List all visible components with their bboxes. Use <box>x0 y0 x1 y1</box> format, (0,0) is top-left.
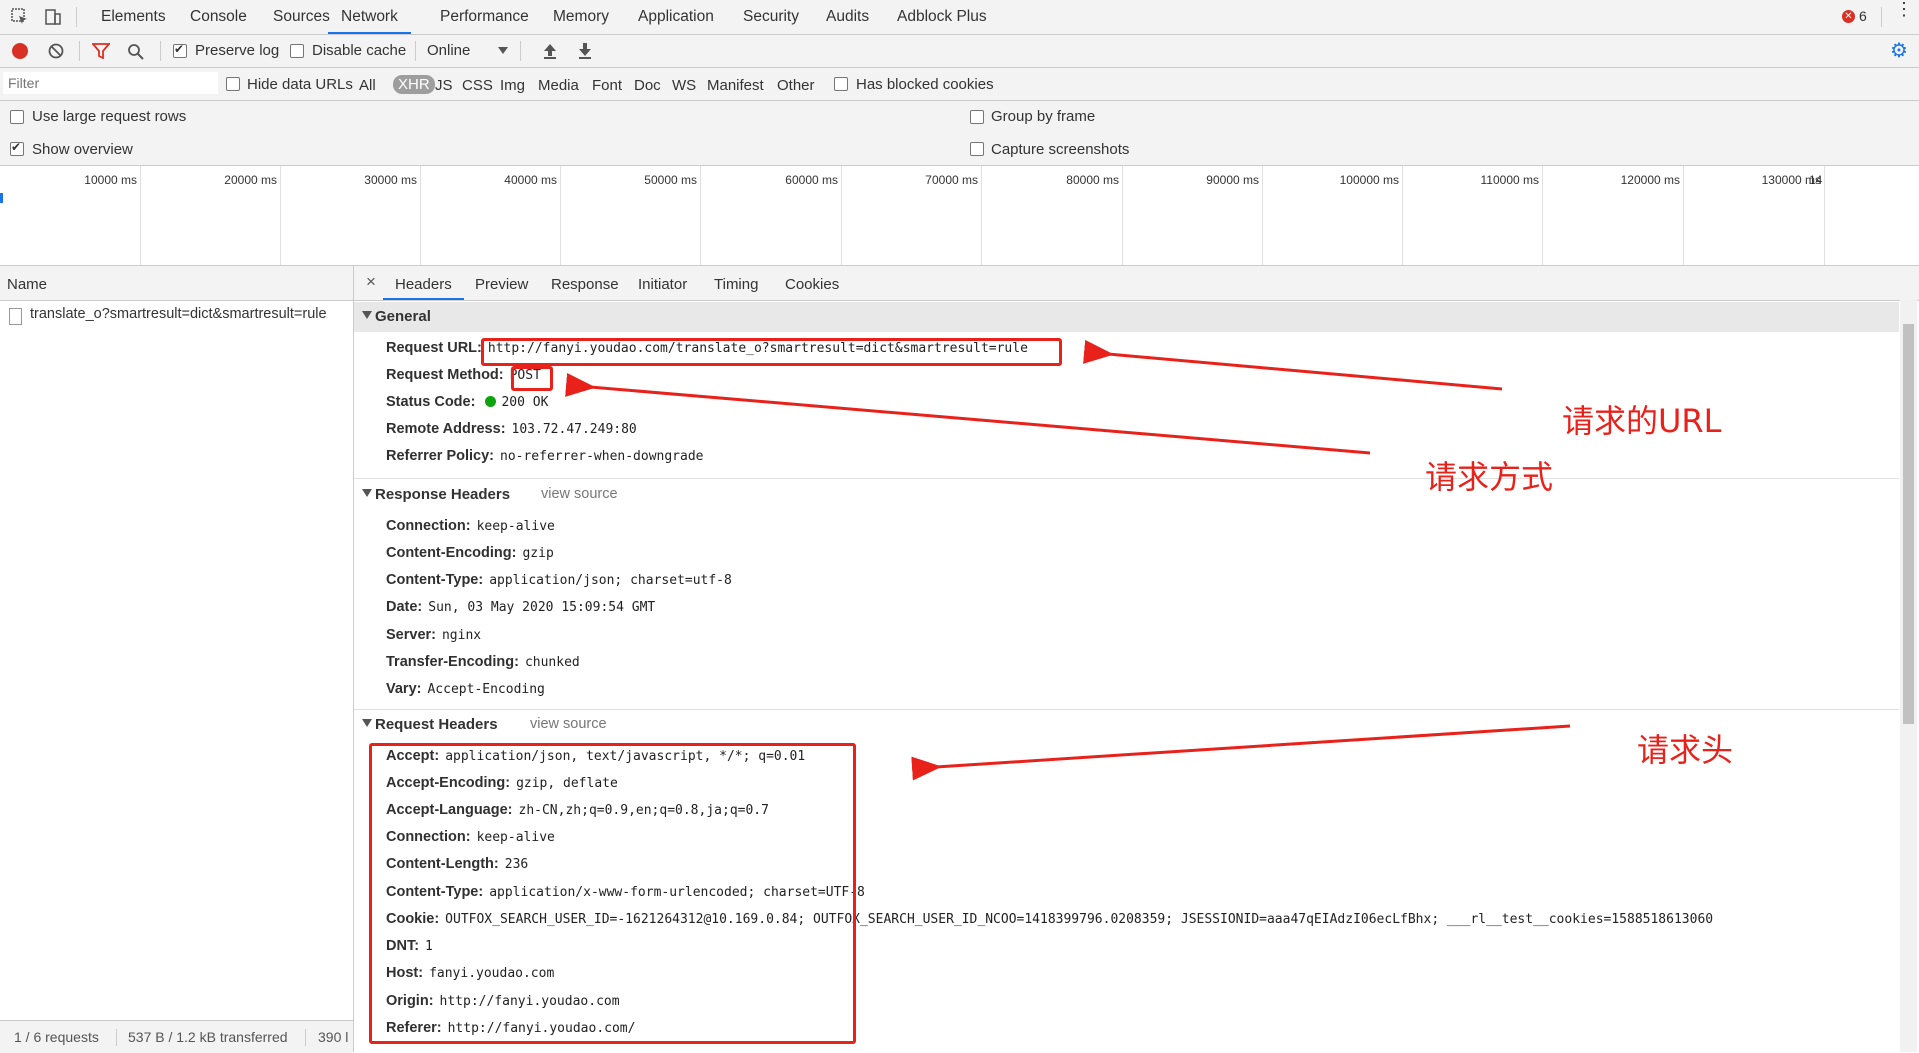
headers-arrow <box>911 724 1571 781</box>
url-arrow <box>1083 339 1503 391</box>
method-annotation: 请求方式 <box>1425 458 1554 496</box>
annotation-arrows <box>565 339 1571 781</box>
url-annotation: 请求的URL <box>1562 402 1722 440</box>
method-arrow <box>565 373 1371 455</box>
headers-annotation: 请求头 <box>1637 731 1734 769</box>
